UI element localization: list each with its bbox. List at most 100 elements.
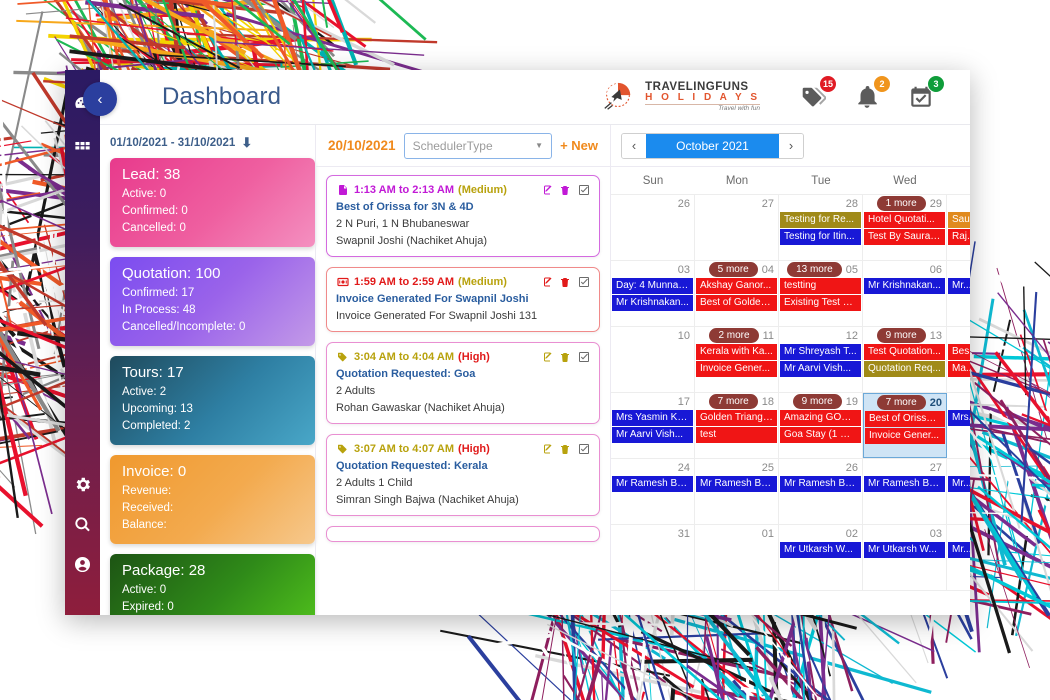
calendar-event-chip[interactable]: Invoice Gener... <box>865 428 945 444</box>
tags-icon[interactable]: 15 <box>800 75 837 110</box>
calendar-event-chip[interactable]: Sau... <box>948 212 970 228</box>
calendar-event-chip[interactable]: Mr Utkarsh W... <box>864 542 945 558</box>
edit-icon[interactable] <box>540 351 552 363</box>
scheduler-type-dropdown[interactable]: SchedulerType ▼ <box>403 132 553 159</box>
calendar-day-cell[interactable]: 03 Mr Utkarsh W... <box>863 525 947 590</box>
trash-icon[interactable] <box>559 184 571 196</box>
calendar-day-cell[interactable]: 28Mr... <box>947 459 970 524</box>
bell-icon[interactable]: 2 <box>854 75 891 110</box>
calendar-day-cell[interactable]: 10 <box>611 327 695 392</box>
calendar-event-chip[interactable]: Mr Aarvi Vish... <box>780 361 861 377</box>
calendar-event-chip[interactable]: Ma... <box>948 361 970 377</box>
more-events-pill[interactable]: 7 more <box>876 395 926 410</box>
new-event-button[interactable]: + New <box>560 138 598 153</box>
check-square-icon[interactable] <box>578 276 590 288</box>
calendar-event-chip[interactable]: Raj... <box>948 229 970 245</box>
check-square-icon[interactable] <box>578 351 590 363</box>
calendar-day-cell[interactable]: 21Mrs... <box>947 393 970 458</box>
calendar-event-chip[interactable]: Kerala with Ka... <box>696 344 777 360</box>
calendar-event-chip[interactable]: Best of Golden... <box>696 295 777 311</box>
calendar-event-chip[interactable]: Mr Ramesh Be... <box>780 476 861 492</box>
download-arrow-icon[interactable]: ⬇ <box>241 135 252 151</box>
stat-card[interactable]: Tours: 17 Active: 2 Upcoming: 13 Completed:… <box>110 356 315 445</box>
calendar-day-cell[interactable]: 12 Mr Shreyash T... Mr Aarvi Vish... <box>779 327 863 392</box>
calendar-day-cell[interactable]: 28 Testing for Re... Testing for Itin... <box>779 195 863 260</box>
calendar-day-cell[interactable]: 17 Mrs Yasmin Kh... Mr Aarvi Vish... <box>611 393 695 458</box>
calendar-event-chip[interactable]: Mr Utkarsh W... <box>780 542 861 558</box>
calendar-day-cell[interactable]: 31 <box>611 525 695 590</box>
calendar-day-cell[interactable]: 27 Mr Ramesh Be... <box>863 459 947 524</box>
trash-icon[interactable] <box>559 276 571 288</box>
calendar-event-chip[interactable]: test <box>696 427 777 443</box>
edit-icon[interactable] <box>540 184 552 196</box>
more-events-pill[interactable]: 5 more <box>708 262 758 277</box>
trash-icon[interactable] <box>559 443 571 455</box>
calendar-event-chip[interactable]: Existing Test Fr... <box>780 295 861 311</box>
calendar-event-chip[interactable]: Mrs Yasmin Kh... <box>612 410 693 426</box>
calendar-day-cell[interactable]: 24 Mr Ramesh Be... <box>611 459 695 524</box>
calendar-event-chip[interactable]: Mrs... <box>948 410 970 426</box>
sidebar-collapse-button[interactable]: ‹ <box>83 82 117 116</box>
calendar-day-cell[interactable]: 03 Day: 4 Munnar... Mr Krishnakan... <box>611 261 695 326</box>
more-events-pill[interactable]: 13 more <box>787 262 842 277</box>
calendar-event-chip[interactable]: Mr Ramesh Be... <box>612 476 693 492</box>
gear-icon[interactable] <box>72 473 94 495</box>
edit-icon[interactable] <box>540 276 552 288</box>
search-icon[interactable] <box>72 513 94 535</box>
stat-card[interactable]: Lead: 38 Active: 0 Confirmed: 0 Cancelled: … <box>110 158 315 247</box>
calendar-event-chip[interactable]: Best of Orissa ... <box>865 411 945 427</box>
calendar-event-chip[interactable]: Mr Krishnakan... <box>864 278 945 294</box>
calendar-event-chip[interactable]: Mr Shreyash T... <box>780 344 861 360</box>
more-events-pill[interactable]: 2 more <box>709 328 759 343</box>
scheduler-event-card[interactable]: 1:13 AM to 2:13 AM (Medium) Best of Orissa… <box>326 175 600 257</box>
calendar-month-label[interactable]: October 2021 <box>646 133 779 158</box>
calendar-day-cell[interactable]: 1 more 29 Hotel Quotati... Test By Saurab..… <box>863 195 947 260</box>
stat-card[interactable]: Invoice: 0 Revenue: Received: Balance: <box>110 455 315 544</box>
calendar-day-cell[interactable]: 9 more 13 Test Quotation... Quotation Req..… <box>863 327 947 392</box>
calendar-event-chip[interactable]: Golden Triangl... <box>696 410 777 426</box>
calendar-day-cell[interactable]: 2 more 11 Kerala with Ka... Invoice Gener..… <box>695 327 779 392</box>
calendar-next-button[interactable]: › <box>779 133 803 158</box>
calendar-event-chip[interactable]: Goa Stay (1 Ni... <box>780 427 861 443</box>
calendar-event-chip[interactable]: Invoice Gener... <box>696 361 777 377</box>
calendar-day-cell[interactable]: 26 Mr Ramesh Be... <box>779 459 863 524</box>
calendar-event-chip[interactable]: Akshay Ganor... <box>696 278 777 294</box>
calendar-event-chip[interactable]: Test Quotation... <box>864 344 945 360</box>
calendar-prev-button[interactable]: ‹ <box>622 133 646 158</box>
edit-icon[interactable] <box>540 443 552 455</box>
scheduler-event-card[interactable]: 1:59 AM to 2:59 AM (Medium) Invoice Genera… <box>326 267 600 332</box>
user-account-icon[interactable] <box>72 553 94 575</box>
calendar-day-cell[interactable]: 9 more 19 Amazing GOA ... Goa Stay (1 Ni... <box>779 393 863 458</box>
calendar-event-chip[interactable]: Mr... <box>948 476 970 492</box>
calendar-event-chip[interactable]: Testing for Itin... <box>780 229 861 245</box>
scheduler-event-card[interactable] <box>326 526 600 542</box>
calendar-event-chip[interactable]: Mr Krishnakan... <box>612 295 693 311</box>
scheduler-event-list[interactable]: 1:13 AM to 2:13 AM (Medium) Best of Orissa… <box>316 167 610 615</box>
scheduler-event-card[interactable]: 3:07 AM to 4:07 AM (High) Quotation Reques… <box>326 434 600 516</box>
calendar-day-cell[interactable]: 02 Mr Utkarsh W... <box>779 525 863 590</box>
calendar-event-chip[interactable]: Mr Aarvi Vish... <box>612 427 693 443</box>
calendar-day-cell[interactable]: 06 Mr Krishnakan... <box>863 261 947 326</box>
calendar-event-chip[interactable]: Hotel Quotati... <box>864 212 945 228</box>
calendar-event-chip[interactable]: Mr... <box>948 542 970 558</box>
calendar-day-cell[interactable]: 614Bes...Ma... <box>947 327 970 392</box>
calendar-check-icon[interactable]: 3 <box>908 75 945 110</box>
calendar-day-cell[interactable]: 01 <box>695 525 779 590</box>
calendar-day-cell[interactable]: 25 Mr Ramesh Be... <box>695 459 779 524</box>
calendar-day-cell[interactable]: 5 more 04 Akshay Ganor... Best of Golden... <box>695 261 779 326</box>
calendar-event-chip[interactable]: Mr... <box>948 278 970 294</box>
calendar-event-chip[interactable]: testting <box>780 278 861 294</box>
scheduler-event-card[interactable]: 3:04 AM to 4:04 AM (High) Quotation Reques… <box>326 342 600 424</box>
trash-icon[interactable] <box>559 351 571 363</box>
calendar-day-cell[interactable]: 26 <box>611 195 695 260</box>
calendar-day-cell[interactable]: 13 more 05 testting Existing Test Fr... <box>779 261 863 326</box>
calendar-event-chip[interactable]: Bes... <box>948 344 970 360</box>
stat-card[interactable]: Package: 28 Active: 0 Expired: 0 <box>110 554 315 615</box>
calendar-day-cell[interactable]: 7 more 20 Best of Orissa ... Invoice Gener.… <box>863 393 947 458</box>
calendar-day-cell[interactable]: 7 more 18 Golden Triangl... test <box>695 393 779 458</box>
more-events-pill[interactable]: 9 more <box>792 394 842 409</box>
grid-apps-icon[interactable] <box>72 136 94 158</box>
date-range-selector[interactable]: 01/10/2021 - 31/10/2021 ⬇ <box>110 135 315 151</box>
stat-card[interactable]: Quotation: 100 Confirmed: 17 In Process: 4… <box>110 257 315 346</box>
check-square-icon[interactable] <box>578 184 590 196</box>
